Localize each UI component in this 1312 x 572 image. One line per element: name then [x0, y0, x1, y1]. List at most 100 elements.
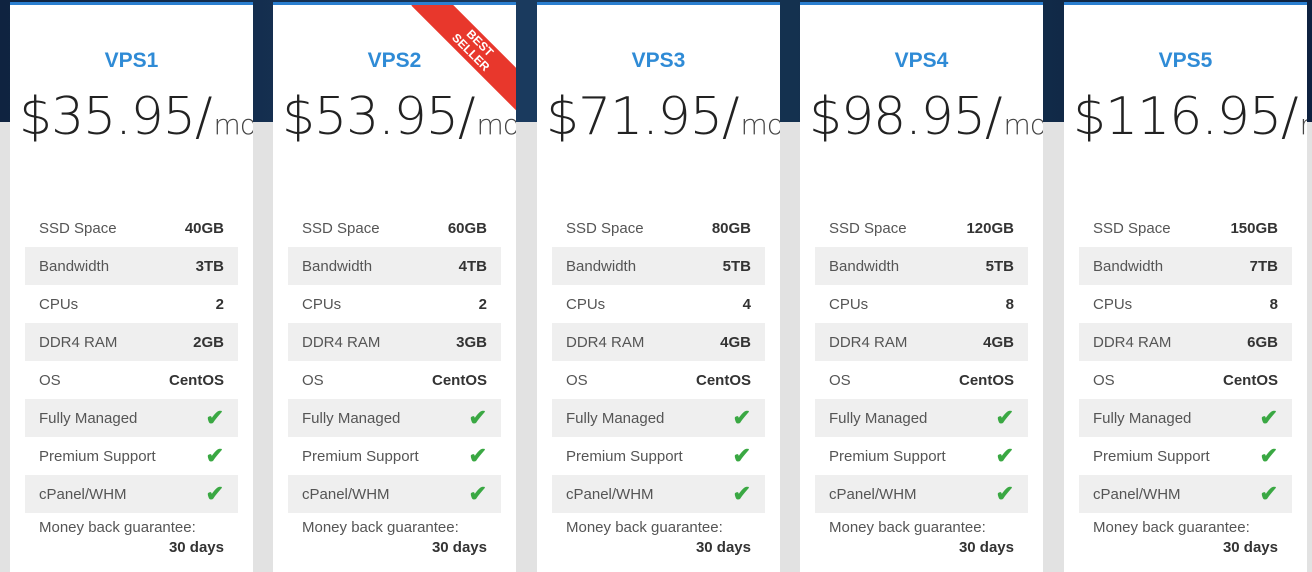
feature-label: SSD Space	[566, 219, 644, 237]
money-back-value: 30 days	[168, 539, 224, 556]
checkmark-icon: ✔	[1259, 481, 1278, 506]
feature-row: Bandwidth 3TB	[25, 247, 238, 285]
feature-value: 120GB	[966, 219, 1014, 237]
feature-value: 8	[1269, 295, 1278, 313]
feature-row: Premium Support ✔	[288, 437, 501, 475]
feature-label: Fully Managed	[1093, 409, 1192, 427]
feature-list: SSD Space 60GB Bandwidth 4TB CPUs 2 DDR4 RAM 3G…	[288, 209, 501, 556]
feature-value: 4GB	[983, 333, 1014, 351]
feature-list: SSD Space 120GB Bandwidth 5TB CPUs 8 DDR4 RAM 4…	[815, 209, 1028, 556]
feature-label: OS	[566, 371, 588, 389]
checkmark-icon: ✔	[1259, 405, 1278, 430]
feature-label: Premium Support	[1093, 447, 1210, 465]
price-unit: mo	[740, 108, 780, 141]
feature-value: 7TB	[1249, 257, 1278, 275]
plan-card-vps2[interactable]: BEST SELLER VPS2 $53.95/mo SSD Space 60GB B…	[273, 2, 516, 572]
feature-label: SSD Space	[829, 219, 907, 237]
feature-row: CPUs 8	[815, 285, 1028, 323]
feature-value: CentOS	[431, 371, 487, 389]
money-back-label: Money back guarantee:	[302, 519, 459, 536]
money-back-label: Money back guarantee:	[829, 519, 986, 536]
feature-value: 6GB	[1247, 333, 1278, 351]
feature-row: Premium Support ✔	[815, 437, 1028, 475]
feature-label: Premium Support	[39, 447, 156, 465]
feature-label: cPanel/WHM	[566, 485, 654, 503]
feature-row: cPanel/WHM ✔	[288, 475, 501, 513]
feature-row: OS CentOS	[552, 361, 765, 399]
plan-card-vps4[interactable]: VPS4 $98.95/mo SSD Space 120GB Bandwidth 5T…	[800, 2, 1043, 572]
feature-label: OS	[302, 371, 324, 389]
money-back-value: 30 days	[695, 539, 751, 556]
price-unit: mo	[1003, 108, 1043, 141]
feature-row: Fully Managed ✔	[552, 399, 765, 437]
feature-row: Premium Support ✔	[552, 437, 765, 475]
feature-label: Fully Managed	[829, 409, 928, 427]
feature-value: 5TB	[722, 257, 751, 275]
feature-label: cPanel/WHM	[829, 485, 917, 503]
plan-title: VPS5	[1158, 49, 1213, 72]
price-unit: mo	[476, 108, 516, 141]
feature-value: 5TB	[985, 257, 1014, 275]
feature-value: 2	[478, 295, 487, 313]
feature-label: DDR4 RAM	[39, 333, 118, 351]
feature-value: 8	[1005, 295, 1014, 313]
feature-row: Premium Support ✔	[1079, 437, 1292, 475]
feature-value: 80GB	[711, 219, 751, 237]
feature-label: CPUs	[566, 295, 606, 313]
checkmark-icon: ✔	[205, 405, 224, 430]
plan-card-vps1[interactable]: VPS1 $35.95/mo SSD Space 40GB Bandwidth 3TB…	[10, 2, 253, 572]
feature-label: CPUs	[1093, 295, 1133, 313]
feature-row: Premium Support ✔	[25, 437, 238, 475]
feature-label: CPUs	[39, 295, 79, 313]
plan-price: $98.95/mo	[809, 87, 1043, 147]
feature-label: Bandwidth	[1093, 257, 1164, 275]
plan-card-vps5[interactable]: VPS5 $116.95/mo SSD Space 150GB Bandwidth 7…	[1064, 2, 1307, 572]
money-back-value: 30 days	[431, 539, 487, 556]
feature-value: 2GB	[193, 333, 224, 351]
checkmark-icon: ✔	[732, 481, 751, 506]
feature-row: OS CentOS	[1079, 361, 1292, 399]
feature-row: CPUs 4	[552, 285, 765, 323]
feature-row: cPanel/WHM ✔	[1079, 475, 1292, 513]
feature-value: 4GB	[720, 333, 751, 351]
feature-label: DDR4 RAM	[1093, 333, 1172, 351]
feature-label: cPanel/WHM	[302, 485, 390, 503]
feature-row: Bandwidth 4TB	[288, 247, 501, 285]
price-amount: $116.95/	[1073, 87, 1299, 147]
feature-row: cPanel/WHM ✔	[25, 475, 238, 513]
checkmark-icon: ✔	[468, 443, 487, 468]
feature-row: DDR4 RAM 6GB	[1079, 323, 1292, 361]
feature-row: Fully Managed ✔	[25, 399, 238, 437]
feature-row: CPUs 2	[25, 285, 238, 323]
money-back-guarantee: Money back guarantee: 30 days	[815, 513, 1028, 556]
feature-value: 3TB	[195, 257, 224, 275]
feature-row: SSD Space 40GB	[25, 209, 238, 247]
feature-row: CPUs 8	[1079, 285, 1292, 323]
feature-label: Premium Support	[829, 447, 946, 465]
price-unit: mo	[1300, 108, 1307, 141]
money-back-guarantee: Money back guarantee: 30 days	[25, 513, 238, 556]
plan-card-vps3[interactable]: VPS3 $71.95/mo SSD Space 80GB Bandwidth 5TB…	[537, 2, 780, 572]
feature-label: CPUs	[829, 295, 869, 313]
price-amount: $35.95/	[19, 87, 212, 147]
feature-label: Bandwidth	[566, 257, 637, 275]
feature-label: cPanel/WHM	[39, 485, 127, 503]
price-amount: $71.95/	[546, 87, 739, 147]
feature-row: DDR4 RAM 4GB	[552, 323, 765, 361]
feature-value: 40GB	[184, 219, 224, 237]
checkmark-icon: ✔	[995, 405, 1014, 430]
checkmark-icon: ✔	[732, 405, 751, 430]
feature-label: Premium Support	[566, 447, 683, 465]
feature-label: Bandwidth	[829, 257, 900, 275]
money-back-guarantee: Money back guarantee: 30 days	[1079, 513, 1292, 556]
money-back-label: Money back guarantee:	[566, 519, 723, 536]
feature-label: SSD Space	[1093, 219, 1171, 237]
feature-value: CentOS	[1222, 371, 1278, 389]
feature-row: OS CentOS	[288, 361, 501, 399]
feature-value: CentOS	[168, 371, 224, 389]
feature-value: CentOS	[958, 371, 1014, 389]
feature-row: Bandwidth 5TB	[815, 247, 1028, 285]
money-back-guarantee: Money back guarantee: 30 days	[552, 513, 765, 556]
feature-label: Fully Managed	[39, 409, 138, 427]
feature-label: DDR4 RAM	[829, 333, 908, 351]
